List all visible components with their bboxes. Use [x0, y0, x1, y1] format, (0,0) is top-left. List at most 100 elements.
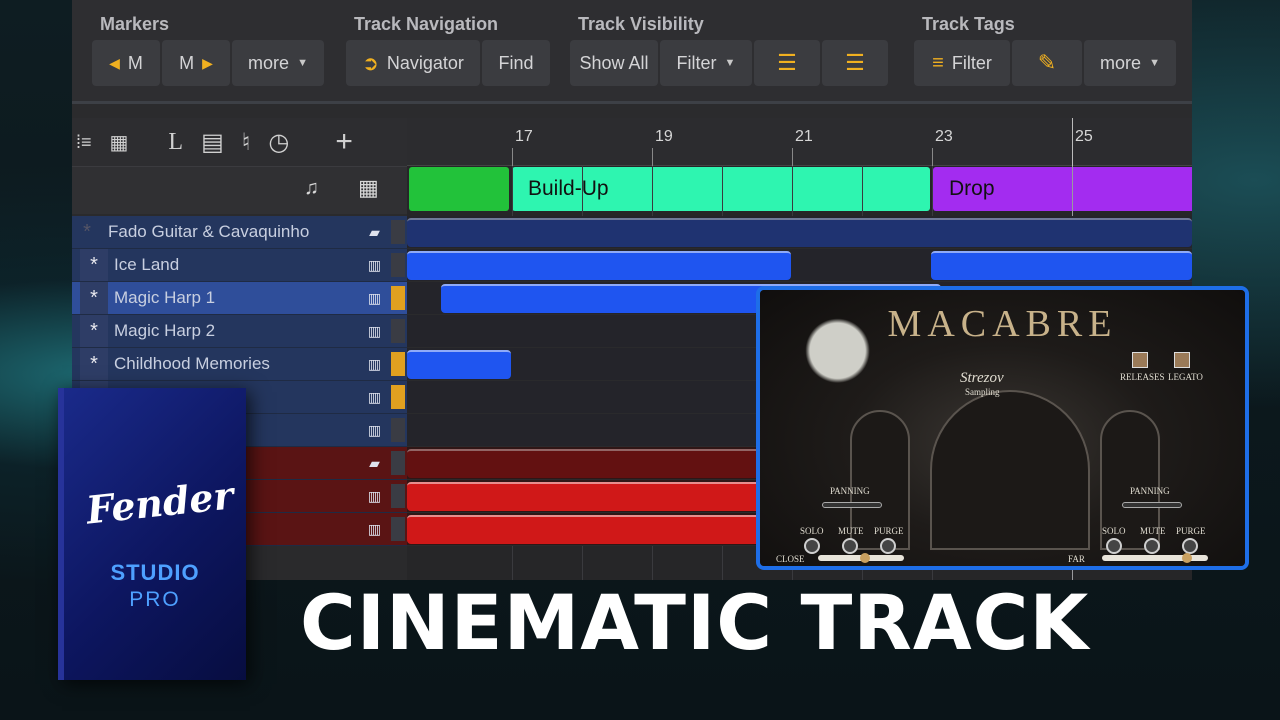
chord-track-icon[interactable]: ♮: [242, 128, 251, 157]
keyboard-icon[interactable]: ▥: [357, 257, 391, 274]
expand-tracks-icon: ☰: [845, 50, 865, 75]
keyboard-icon[interactable]: ▥: [357, 323, 391, 340]
track-tags-title: Track Tags: [922, 14, 1015, 34]
right-purge-knob[interactable]: [1182, 538, 1198, 554]
asterisk-icon[interactable]: *: [80, 249, 108, 281]
keyboard-icon[interactable]: ▥: [357, 521, 391, 538]
arrow-right-icon: ▶: [202, 54, 213, 71]
headline: CINEMATIC TRACK: [300, 578, 1090, 667]
collapse-tracks-button[interactable]: ☰: [754, 40, 820, 86]
right-mute-knob[interactable]: [1144, 538, 1160, 554]
activity-indicator: [391, 418, 405, 442]
arranger-section-drop[interactable]: Drop: [933, 167, 1192, 211]
track-list-iconbar: ⁞≡ ▦ L ▤ ♮ ◷ +: [72, 118, 407, 166]
track-row[interactable]: * Fado Guitar & Cavaquinho ▰: [72, 216, 407, 249]
fender-studio-pro-box: Fender STUDIO PRO: [58, 388, 246, 680]
product-line-2: PRO: [129, 588, 181, 611]
grid-view-icon[interactable]: ▦: [110, 130, 129, 155]
asterisk-icon[interactable]: *: [80, 315, 108, 347]
asterisk-icon[interactable]: *: [80, 348, 108, 380]
collapse-tracks-icon: ☰: [777, 50, 797, 75]
track-name: Ice Land: [114, 255, 180, 274]
chevron-down-icon: ▼: [724, 57, 736, 69]
asterisk-icon[interactable]: *: [72, 216, 102, 248]
activity-indicator: [391, 385, 405, 409]
right-panning-slider[interactable]: [1122, 502, 1182, 508]
midi-clip[interactable]: [407, 251, 791, 280]
asterisk-icon[interactable]: *: [80, 282, 108, 314]
far-slider[interactable]: [1102, 553, 1208, 563]
navigator-button[interactable]: ➲ Navigator: [346, 40, 480, 86]
previous-marker-button[interactable]: ◀ M: [92, 40, 160, 86]
brand-logo: Strezov: [960, 370, 1004, 386]
left-purge-knob[interactable]: [880, 538, 896, 554]
track-name: Magic Harp 1: [114, 288, 216, 307]
activity-indicator: [391, 517, 405, 541]
midi-clip[interactable]: [931, 251, 1192, 280]
music-note-icon[interactable]: ♫: [304, 177, 319, 200]
add-track-icon[interactable]: +: [335, 125, 353, 159]
legato-toggle[interactable]: [1174, 352, 1190, 368]
fender-logo: Fender: [84, 472, 236, 533]
markers-title: Markers: [100, 14, 170, 34]
edit-tags-button[interactable]: ✎: [1012, 40, 1082, 86]
bar-number: 17: [515, 128, 533, 145]
filter-icon: ≡: [932, 51, 944, 74]
arranger-section-build-up[interactable]: Build-Up: [512, 167, 930, 211]
brand-subtitle: Sampling: [965, 387, 1000, 397]
close-slider[interactable]: [818, 553, 904, 563]
track-name: Childhood Memories: [114, 354, 270, 373]
right-solo-knob[interactable]: [1106, 538, 1122, 554]
tags-more-button[interactable]: more ▼: [1084, 40, 1176, 86]
product-line-1: STUDIO: [110, 560, 200, 585]
slider-knob[interactable]: [1181, 553, 1192, 563]
find-button[interactable]: Find: [482, 40, 550, 86]
video-icon[interactable]: ▤: [201, 128, 224, 157]
midi-clip[interactable]: [407, 218, 1192, 247]
track-visibility-title: Track Visibility: [578, 14, 704, 34]
midi-clip[interactable]: [407, 350, 511, 379]
chevron-down-icon: ▼: [1149, 57, 1160, 69]
track-navigation-title: Track Navigation: [354, 14, 499, 34]
releases-label: RELEASES: [1120, 372, 1165, 382]
track-row[interactable]: * Magic Harp 1 ▥: [72, 282, 407, 315]
compass-icon: ➲: [362, 52, 379, 75]
keyboard-icon[interactable]: ▥: [357, 389, 391, 406]
folder-icon[interactable]: ▰: [357, 455, 391, 472]
keyboard-icon[interactable]: ▥: [357, 290, 391, 307]
left-mute-knob[interactable]: [842, 538, 858, 554]
timeline-ruler[interactable]: 17 19 21 23 25: [407, 118, 1192, 166]
grid-view-icon[interactable]: ▦: [358, 175, 379, 201]
activity-indicator: [391, 319, 405, 343]
folder-icon[interactable]: ▰: [357, 224, 391, 241]
left-solo-knob[interactable]: [804, 538, 820, 554]
activity-indicator: [391, 352, 405, 376]
left-panning-slider[interactable]: [822, 502, 882, 508]
activity-indicator: [391, 253, 405, 277]
list-view-icon[interactable]: ⁞≡: [76, 132, 92, 153]
lyrics-icon[interactable]: L: [168, 129, 183, 156]
bar-number: 21: [795, 128, 813, 145]
keyboard-icon[interactable]: ▥: [357, 356, 391, 373]
track-row[interactable]: * Magic Harp 2 ▥: [72, 315, 407, 348]
left-panning-label: PANNING: [830, 486, 870, 496]
arranger-section[interactable]: [409, 167, 509, 211]
activity-indicator: [391, 286, 405, 310]
next-marker-button[interactable]: M ▶: [162, 40, 230, 86]
releases-toggle[interactable]: [1132, 352, 1148, 368]
tags-filter-button[interactable]: ≡ Filter: [914, 40, 1010, 86]
tempo-icon[interactable]: ◷: [268, 128, 289, 157]
visibility-filter-button[interactable]: Filter ▼: [660, 40, 752, 86]
chevron-down-icon: ▼: [297, 57, 308, 69]
track-row[interactable]: * Childhood Memories ▥: [72, 348, 407, 381]
keyboard-icon[interactable]: ▥: [357, 422, 391, 439]
keyboard-icon[interactable]: ▥: [357, 488, 391, 505]
track-row[interactable]: * Ice Land ▥: [72, 249, 407, 282]
legato-label: LEGATO: [1168, 372, 1203, 382]
expand-tracks-button[interactable]: ☰: [822, 40, 888, 86]
activity-indicator: [391, 220, 405, 244]
macabre-plugin-window[interactable]: MACABRE Strezov Sampling RELEASES LEGATO…: [756, 286, 1249, 570]
bar-number: 19: [655, 128, 673, 145]
markers-more-button[interactable]: more ▼: [232, 40, 324, 86]
show-all-button[interactable]: Show All: [570, 40, 658, 86]
